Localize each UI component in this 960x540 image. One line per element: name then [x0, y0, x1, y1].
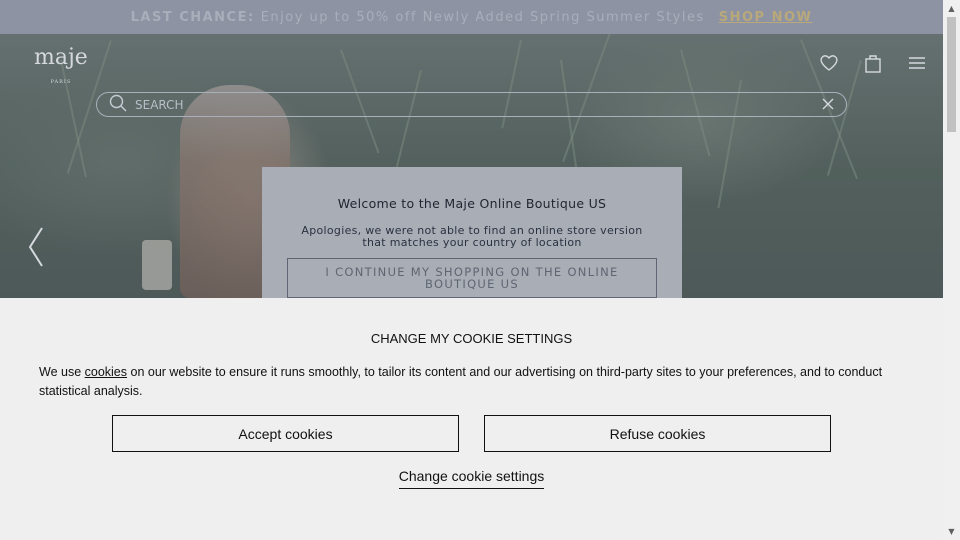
search-icon — [109, 94, 127, 116]
country-modal: Welcome to the Maje Online Boutique US A… — [262, 167, 682, 298]
cookie-text-after: on our website to ensure it runs smoothl… — [39, 365, 883, 398]
accept-cookies-button[interactable]: Accept cookies — [112, 415, 459, 452]
search-bar[interactable]: SEARCH — [96, 92, 847, 117]
scrollbar[interactable]: ▲ ▼ — [943, 0, 960, 540]
cookies-link[interactable]: cookies — [85, 365, 127, 379]
change-cookie-settings-label[interactable]: Change cookie settings — [398, 468, 545, 489]
bag-icon[interactable] — [862, 52, 884, 74]
header-icons — [818, 52, 928, 74]
logo-text: maje — [34, 45, 88, 70]
chevron-left-icon[interactable] — [26, 226, 46, 272]
modal-title: Welcome to the Maje Online Boutique US — [337, 196, 607, 211]
refuse-cookies-button[interactable]: Refuse cookies — [484, 415, 831, 452]
menu-icon[interactable] — [906, 52, 928, 74]
shop-now-link[interactable]: SHOP NOW — [719, 10, 813, 25]
promo-bar: LAST CHANCE: Enjoy up to 50% off Newly A… — [0, 0, 943, 34]
modal-description: Apologies, we were not able to find an o… — [301, 224, 643, 249]
scrollbar-thumb[interactable] — [947, 17, 956, 132]
heart-icon[interactable] — [818, 52, 840, 74]
cookie-text-before: We use — [39, 365, 85, 379]
promo-text: Enjoy up to 50% off Newly Added Spring S… — [260, 9, 705, 25]
continue-shopping-button[interactable]: I CONTINUE MY SHOPPING ON THE ONLINE BOU… — [287, 258, 657, 298]
cookie-text: We use cookies on our website to ensure … — [39, 363, 899, 401]
search-input[interactable]: SEARCH — [135, 98, 822, 112]
change-cookie-settings-link[interactable]: Change cookie settings — [0, 468, 943, 489]
close-icon[interactable] — [822, 95, 834, 114]
logo-sub: PARIS — [50, 79, 72, 85]
cookie-banner: CHANGE MY COOKIE SETTINGS We use cookies… — [0, 298, 943, 540]
scroll-up-icon[interactable]: ▲ — [943, 0, 960, 17]
cookie-title: CHANGE MY COOKIE SETTINGS — [370, 331, 573, 346]
maje-logo[interactable]: maje PARIS — [34, 47, 88, 93]
scroll-down-icon[interactable]: ▼ — [943, 523, 960, 540]
promo-strong: LAST CHANCE: — [130, 9, 255, 25]
